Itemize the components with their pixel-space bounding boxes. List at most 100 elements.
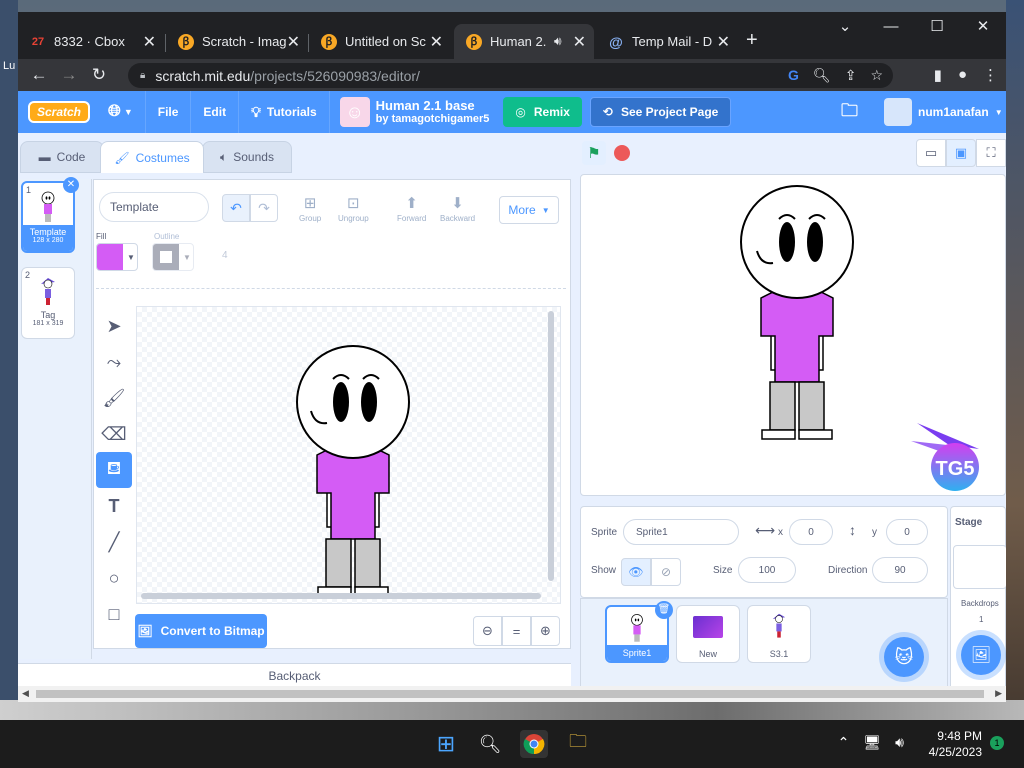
small-stage-icon[interactable]: ▭ bbox=[916, 139, 946, 167]
fullscreen-icon[interactable]: ⛶ bbox=[976, 139, 1006, 167]
more-button[interactable]: More ▼ bbox=[499, 196, 559, 224]
group-button[interactable]: ⊞ Group bbox=[299, 194, 321, 223]
scroll-right-icon[interactable]: ▶ bbox=[995, 688, 1002, 699]
maximize-button[interactable]: ☐ bbox=[914, 12, 960, 40]
costume-name-input[interactable]: Template bbox=[99, 192, 209, 222]
fill-tool-icon[interactable]: ⛾ bbox=[96, 452, 132, 488]
lock-icon[interactable]: 🔒︎ bbox=[140, 70, 145, 81]
language-menu[interactable]: 🌐︎ ▼ bbox=[90, 91, 146, 133]
browser-tab[interactable]: ꞵ Scratch - Imag ✕ bbox=[166, 24, 308, 59]
windows-start-icon[interactable]: ⊞ bbox=[432, 730, 460, 758]
audio-icon[interactable]: 🔊︎ bbox=[554, 34, 562, 49]
brush-tool-icon[interactable]: 🖌︎ bbox=[96, 380, 132, 416]
text-tool-icon[interactable]: T bbox=[96, 488, 132, 524]
x-input[interactable]: 0 bbox=[789, 519, 833, 545]
tab-costumes[interactable]: 🖌︎ Costumes bbox=[100, 141, 204, 173]
add-backdrop-button[interactable]: 🖼︎ bbox=[961, 635, 1001, 675]
stage-selector[interactable]: Stage Backdrops 1 🖼︎ bbox=[950, 506, 1006, 702]
chevron-up-icon[interactable]: ⌃ bbox=[838, 734, 850, 751]
volume-icon[interactable]: 🔊︎ bbox=[895, 734, 904, 751]
chrome-icon[interactable] bbox=[520, 730, 548, 758]
eye-hidden-icon[interactable]: ⊘ bbox=[651, 558, 681, 586]
profile-icon[interactable]: ● bbox=[958, 66, 967, 84]
stop-icon[interactable] bbox=[614, 145, 630, 161]
tab-code[interactable]: ▬ Code bbox=[20, 141, 104, 173]
tutorials-menu[interactable]: 💡︎ Tutorials bbox=[239, 91, 330, 133]
see-project-page-button[interactable]: ⟲ See Project Page bbox=[589, 97, 732, 127]
tab-search-icon[interactable]: ⌄ bbox=[822, 12, 868, 40]
google-icon[interactable]: G bbox=[788, 67, 799, 84]
browser-tab[interactable]: @ Temp Mail - D ✕ bbox=[596, 24, 738, 59]
forward-icon[interactable]: → bbox=[54, 65, 84, 85]
sprite-name-input[interactable]: Sprite1 bbox=[623, 519, 739, 545]
zoom-out-icon[interactable]: ⊖ bbox=[473, 616, 502, 646]
minimize-button[interactable]: — bbox=[868, 12, 914, 40]
remix-button[interactable]: ◎ Remix bbox=[503, 97, 582, 127]
page-horizontal-scrollbar[interactable]: ◀ ▶ bbox=[18, 686, 1006, 702]
rectangle-tool-icon[interactable]: □ bbox=[96, 596, 132, 632]
green-flag-icon[interactable]: ⚑ bbox=[582, 141, 606, 165]
sprite-tile[interactable]: S3.1 bbox=[747, 605, 811, 663]
edit-menu[interactable]: Edit bbox=[191, 91, 240, 133]
convert-to-bitmap-button[interactable]: 🖼︎ Convert to Bitmap bbox=[135, 614, 267, 648]
address-bar[interactable]: 🔒︎ scratch.mit.edu/projects/526090983/ed… bbox=[128, 63, 893, 88]
new-tab-button[interactable]: + bbox=[746, 29, 758, 52]
costume-tile[interactable]: 1 Template 128 x 280 ✕ bbox=[21, 177, 79, 253]
eraser-tool-icon[interactable]: ⌫ bbox=[96, 416, 132, 452]
back-icon[interactable]: ← bbox=[24, 65, 54, 85]
file-menu[interactable]: File bbox=[146, 91, 192, 133]
canvas-horizontal-scrollbar[interactable] bbox=[141, 593, 541, 599]
delete-icon[interactable]: ✕ bbox=[63, 177, 79, 193]
reload-icon[interactable]: ↻ bbox=[84, 65, 114, 85]
direction-input[interactable]: 90 bbox=[872, 557, 928, 583]
scroll-left-icon[interactable]: ◀ bbox=[22, 688, 29, 699]
select-tool-icon[interactable]: ➤ bbox=[96, 308, 132, 344]
share-icon[interactable]: ⇪ bbox=[845, 67, 857, 84]
close-icon[interactable]: ✕ bbox=[143, 32, 156, 52]
backward-button[interactable]: ⬇ Backward bbox=[440, 194, 475, 223]
browser-tab[interactable]: 27 8332 · Cbox ✕ bbox=[18, 24, 164, 59]
sidepanel-icon[interactable]: ▮ bbox=[934, 66, 942, 84]
close-icon[interactable]: ✕ bbox=[717, 32, 730, 52]
close-icon[interactable]: ✕ bbox=[430, 32, 443, 52]
stage-canvas[interactable]: TG5 bbox=[580, 174, 1006, 496]
close-window-button[interactable]: ✕ bbox=[960, 12, 1006, 40]
outline-color-picker[interactable]: ▼ bbox=[152, 243, 194, 271]
redo-icon[interactable]: ↷ bbox=[250, 194, 278, 222]
browser-tab[interactable]: ꞵ Untitled on Sc ✕ bbox=[309, 24, 451, 59]
network-icon[interactable]: 🖥︎ bbox=[863, 734, 881, 751]
bookmark-star-icon[interactable]: ☆ bbox=[870, 67, 883, 84]
costume-tile[interactable]: 2 Tag 181 x 319 bbox=[21, 267, 75, 339]
scrollbar-thumb[interactable] bbox=[36, 690, 984, 698]
undo-icon[interactable]: ↶ bbox=[222, 194, 250, 222]
file-explorer-icon[interactable]: 🗀 bbox=[564, 730, 592, 758]
scratch-logo[interactable]: Scratch bbox=[28, 101, 90, 123]
add-sprite-button[interactable]: 🐱︎ bbox=[884, 637, 924, 677]
reshape-tool-icon[interactable]: ⤳ bbox=[96, 344, 132, 380]
zoom-reset-icon[interactable]: = bbox=[502, 616, 531, 646]
tab-sounds[interactable]: 🔈︎ Sounds bbox=[202, 141, 292, 173]
sprite-tile[interactable]: Sprite1 🗑︎ bbox=[605, 601, 673, 663]
fill-color-picker[interactable]: ▼ bbox=[96, 243, 138, 271]
backpack-bar[interactable]: Backpack bbox=[18, 663, 571, 688]
large-stage-icon[interactable]: ▣ bbox=[946, 139, 976, 167]
folder-icon[interactable]: 🗀 bbox=[841, 98, 858, 127]
forward-button[interactable]: ⬆ Forward bbox=[397, 194, 426, 223]
size-input[interactable]: 100 bbox=[738, 557, 796, 583]
line-tool-icon[interactable]: ╱ bbox=[96, 524, 132, 560]
zoom-icon[interactable]: 🔍︎ bbox=[813, 67, 831, 84]
delete-icon[interactable]: 🗑︎ bbox=[655, 601, 673, 619]
menu-kebab-icon[interactable]: ⋮ bbox=[983, 66, 998, 84]
y-input[interactable]: 0 bbox=[886, 519, 928, 545]
eye-icon[interactable]: 👁︎ bbox=[621, 558, 651, 586]
canvas-vertical-scrollbar[interactable] bbox=[548, 311, 554, 581]
circle-tool-icon[interactable]: ○ bbox=[96, 560, 132, 596]
browser-tab-active[interactable]: ꞵ Human 2. 🔊︎ ✕ bbox=[454, 24, 594, 59]
clock[interactable]: 9:48 PM 4/25/2023 bbox=[929, 728, 982, 760]
account-menu[interactable]: num1anafan ▼ bbox=[884, 98, 1003, 126]
sprite-tile[interactable]: New bbox=[676, 605, 740, 663]
project-info[interactable]: ☺ Human 2.1 base by tamagotchigamer5 bbox=[330, 97, 500, 127]
paint-canvas[interactable] bbox=[136, 306, 561, 604]
close-icon[interactable]: ✕ bbox=[573, 32, 586, 52]
zoom-in-icon[interactable]: ⊕ bbox=[531, 616, 560, 646]
